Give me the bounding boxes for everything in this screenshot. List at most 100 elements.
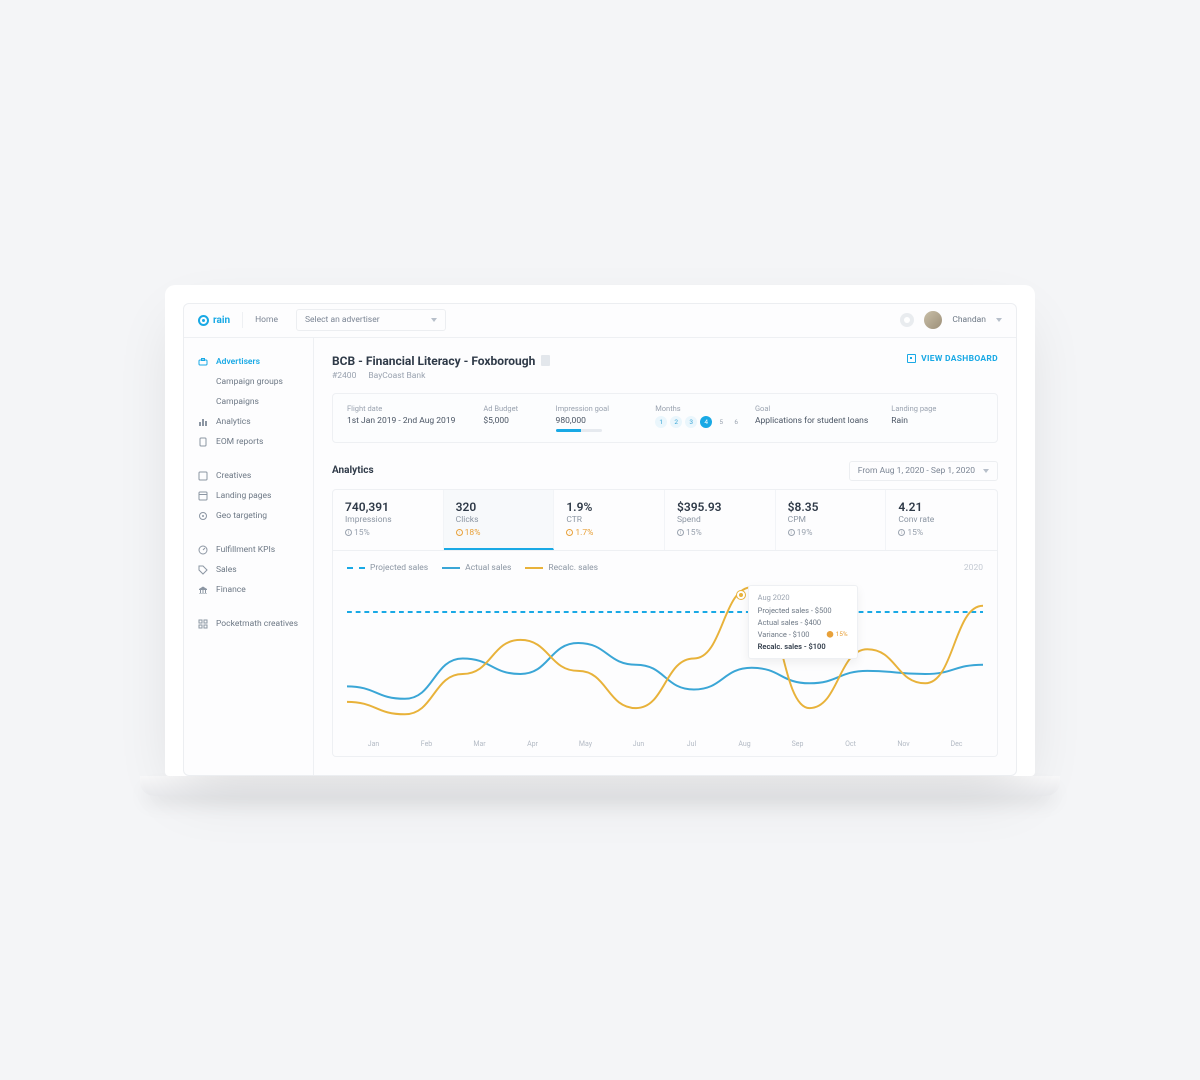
- chart-legend: Projected sales Actual sales Recalc. sal…: [347, 563, 983, 573]
- delta-up-icon: ⬤ 15%: [826, 630, 847, 639]
- logo-icon: [198, 315, 209, 326]
- sidebar-item-label: Sales: [216, 565, 237, 575]
- chevron-down-icon: [431, 318, 437, 322]
- month-pill-4[interactable]: 4: [700, 416, 712, 428]
- sidebar-item-pocketmath-creatives[interactable]: Pocketmath creatives: [184, 614, 313, 634]
- legend-line-dashed-icon: [347, 567, 365, 569]
- sidebar-item-label: Campaigns: [216, 397, 259, 407]
- nav-home[interactable]: Home: [255, 315, 278, 325]
- goal-value: Applications for student loans: [755, 416, 883, 426]
- sidebar-item-campaigns[interactable]: Campaigns: [184, 392, 313, 412]
- target-icon: [198, 511, 208, 521]
- dashboard-icon: [907, 354, 916, 363]
- sidebar-item-campaign-groups[interactable]: Campaign groups: [184, 372, 313, 392]
- flight-date-value: 1st Jan 2019 - 2nd Aug 2019: [347, 416, 475, 426]
- delta-icon: i: [677, 529, 684, 536]
- sidebar-item-creatives[interactable]: Creatives: [184, 466, 313, 486]
- user-name: Chandan: [952, 315, 986, 325]
- month-pill-1[interactable]: 1: [655, 416, 667, 428]
- sidebar-item-landing-pages[interactable]: Landing pages: [184, 486, 313, 506]
- sidebar-item-label: Pocketmath creatives: [216, 619, 298, 629]
- advertiser-select[interactable]: Select an advertiser: [296, 309, 446, 331]
- month-pill-3[interactable]: 3: [685, 416, 697, 428]
- sales-chart-card: Projected sales Actual sales Recalc. sal…: [332, 551, 998, 757]
- document-icon[interactable]: [541, 355, 550, 366]
- analytics-heading: Analytics: [332, 465, 374, 476]
- chart-tooltip: Aug 2020 Projected sales - $500 Actual s…: [748, 585, 858, 659]
- kpi-spend[interactable]: $395.93 Spend i15%: [665, 490, 776, 550]
- sidebar-item-geo-targeting[interactable]: Geo targeting: [184, 506, 313, 526]
- delta-icon: i: [898, 529, 905, 536]
- kpi-cpm[interactable]: $8.35 CPM i19%: [776, 490, 887, 550]
- sidebar-item-label: Finance: [216, 585, 246, 595]
- chart-year: 2020: [964, 563, 983, 573]
- impression-progress: [556, 429, 602, 432]
- page-title: BCB - Financial Literacy - Foxborough: [332, 354, 550, 368]
- delta-up-icon: ↑: [456, 529, 463, 536]
- impression-goal-value: 980,000: [556, 416, 648, 426]
- landing-page-value: Rain: [891, 416, 983, 426]
- avatar[interactable]: [924, 311, 942, 329]
- sidebar: Advertisers Campaign groups Campaigns An…: [184, 338, 314, 775]
- flight-date-label: Flight date: [347, 404, 475, 413]
- sidebar-item-sales[interactable]: Sales: [184, 560, 313, 580]
- goal-label: Goal: [755, 404, 883, 413]
- sidebar-item-label: Landing pages: [216, 491, 271, 501]
- delta-icon: i: [788, 529, 795, 536]
- logo-text: rain: [213, 315, 230, 326]
- campaign-id: #2400: [332, 371, 356, 381]
- layout-icon: [198, 491, 208, 501]
- tag-icon: [198, 565, 208, 575]
- kpi-clicks[interactable]: 320 Clicks ↑18%: [444, 490, 555, 550]
- delta-icon: i: [345, 529, 352, 536]
- months-pills: 1 2 3 4 5 6: [655, 416, 747, 428]
- bank-icon: [198, 585, 208, 595]
- month-pill-5[interactable]: 5: [715, 416, 727, 428]
- sidebar-item-label: Analytics: [216, 417, 251, 427]
- settings-icon[interactable]: [900, 313, 914, 327]
- ad-budget-value: $5,000: [483, 416, 547, 426]
- divider: [242, 312, 243, 328]
- date-range-select[interactable]: From Aug 1, 2020 - Sep 1, 2020: [849, 461, 998, 481]
- main: BCB - Financial Literacy - Foxborough #2…: [314, 338, 1016, 775]
- sidebar-item-label: Creatives: [216, 471, 251, 481]
- logo[interactable]: rain: [198, 315, 230, 326]
- chart-xaxis: Jan Feb Mar Apr May Jun Jul Aug Sep Oct …: [347, 740, 983, 748]
- months-label: Months: [655, 404, 747, 413]
- chart-highlight-marker: [737, 591, 745, 599]
- impression-goal-label: Impression goal: [556, 404, 648, 413]
- sidebar-item-advertisers[interactable]: Advertisers: [184, 352, 313, 372]
- view-dashboard-button[interactable]: VIEW DASHBOARD: [907, 354, 998, 364]
- bar-chart-icon: [198, 417, 208, 427]
- document-icon: [198, 437, 208, 447]
- sidebar-item-label: EOM reports: [216, 437, 263, 447]
- sidebar-item-eom-reports[interactable]: EOM reports: [184, 432, 313, 452]
- sales-chart[interactable]: Aug 2020 Projected sales - $500 Actual s…: [347, 581, 983, 736]
- kpi-ctr[interactable]: 1.9% CTR ↑1.7%: [554, 490, 665, 550]
- sidebar-item-label: Fulfillment KPIs: [216, 545, 275, 555]
- chevron-down-icon[interactable]: [996, 318, 1002, 322]
- month-pill-6[interactable]: 6: [730, 416, 742, 428]
- gauge-icon: [198, 545, 208, 555]
- kpi-row: 740,391 Impressions i15% 320 Clicks ↑18%…: [332, 489, 998, 551]
- sidebar-item-label: Advertisers: [216, 357, 260, 367]
- kpi-impressions[interactable]: 740,391 Impressions i15%: [333, 490, 444, 550]
- briefcase-icon: [198, 357, 208, 367]
- legend-line-yellow-icon: [525, 567, 543, 569]
- image-icon: [198, 471, 208, 481]
- month-pill-2[interactable]: 2: [670, 416, 682, 428]
- client-name: BayCoast Bank: [368, 371, 425, 381]
- sidebar-item-finance[interactable]: Finance: [184, 580, 313, 600]
- legend-line-blue-icon: [442, 567, 460, 569]
- ad-budget-label: Ad Budget: [483, 404, 547, 413]
- landing-page-label: Landing page: [891, 404, 983, 413]
- chevron-down-icon: [983, 469, 989, 473]
- delta-up-icon: ↑: [566, 529, 573, 536]
- kpi-conv-rate[interactable]: 4.21 Conv rate i15%: [886, 490, 997, 550]
- sidebar-item-label: Campaign groups: [216, 377, 283, 387]
- sidebar-item-label: Geo targeting: [216, 511, 267, 521]
- sidebar-item-fulfillment-kpis[interactable]: Fulfillment KPIs: [184, 540, 313, 560]
- campaign-info-card: Flight date 1st Jan 2019 - 2nd Aug 2019 …: [332, 393, 998, 443]
- sidebar-item-analytics[interactable]: Analytics: [184, 412, 313, 432]
- advertiser-select-label: Select an advertiser: [305, 315, 380, 325]
